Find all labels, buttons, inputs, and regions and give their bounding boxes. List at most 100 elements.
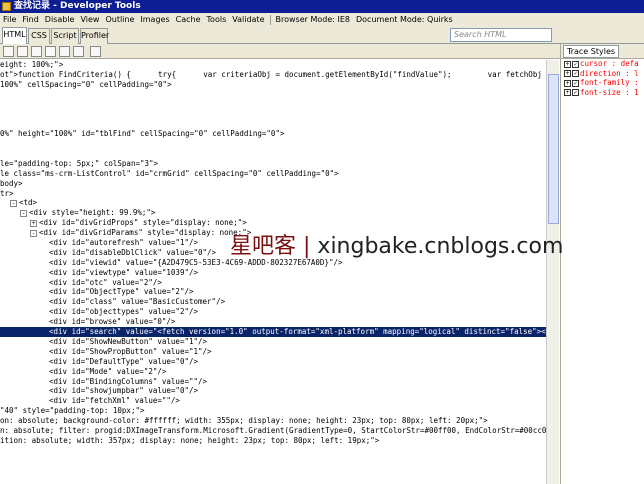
code-line[interactable]: "40" style="padding-top: 10px;">	[0, 406, 546, 416]
expand-toggle-icon[interactable]: +	[564, 60, 571, 68]
code-text: <div id="viewtype" value="1039"/>	[49, 267, 199, 277]
search-input[interactable]: Search HTML	[450, 28, 552, 42]
tab-profiler[interactable]: Profiler	[80, 28, 109, 44]
code-line[interactable]: <div id="search" value="<fetch version="…	[0, 327, 546, 337]
code-line[interactable]: 100%" cellSpacing="0" cellPadding="0">	[0, 80, 546, 90]
code-line[interactable]: <div id="otc" value="2"/>	[0, 278, 546, 288]
code-line[interactable]: le class="ms-crm-ListControl" id="crmGri…	[0, 169, 546, 179]
code-line[interactable]: <div id="DefaultType" value="0"/>	[0, 357, 546, 367]
code-text: <div style="height: 99.9%;">	[29, 208, 156, 218]
code-line[interactable]	[0, 149, 546, 159]
style-item[interactable]: + ✓ direction : l	[561, 69, 644, 79]
code-text: <div id="BindingColumns" value=""/>	[49, 376, 208, 386]
code-text: <div id="disableDblClick" value="0"/>	[49, 247, 217, 257]
code-text: <div id="Mode" value="2"/>	[49, 366, 167, 376]
vertical-scrollbar[interactable]	[546, 60, 559, 484]
menu-separator	[269, 14, 271, 25]
code-text: ot">function FindCriteria() { try{ var c…	[0, 69, 546, 79]
code-line[interactable]	[0, 109, 546, 119]
code-line[interactable]: <div id="class" value="BasicCustomer"/>	[0, 297, 546, 307]
code-line[interactable]: on: absolute; background-color: #ffffff;…	[0, 416, 546, 426]
code-line[interactable]	[0, 90, 546, 100]
tab-html[interactable]: HTML	[2, 27, 27, 45]
save-icon[interactable]	[31, 46, 42, 57]
style-text: font-family :	[580, 78, 639, 87]
code-line[interactable]: <div id="ObjectType" value="2"/>	[0, 287, 546, 297]
menu-browser-mode[interactable]: Browser Mode: IE8	[273, 15, 354, 24]
style-checkbox[interactable]: ✓	[572, 89, 579, 96]
code-text: <div id="objecttypes" value="2"/>	[49, 307, 199, 317]
expand-toggle-icon[interactable]: +	[30, 219, 37, 227]
code-line[interactable]: ot">function FindCriteria() { try{ var c…	[0, 70, 546, 80]
style-checkbox[interactable]: ✓	[572, 79, 579, 87]
code-line[interactable]: <div id="browse" value="0"/>	[0, 317, 546, 327]
style-item[interactable]: + ✓ font-size : 1	[561, 88, 644, 98]
code-line[interactable]	[0, 139, 546, 149]
clear-icon[interactable]	[17, 46, 28, 57]
expand-toggle-icon[interactable]: +	[564, 89, 571, 96]
menu-images[interactable]: Images	[137, 15, 172, 24]
code-line[interactable]: - <div style="height: 99.9%;">	[0, 208, 546, 218]
code-line[interactable]: <div id="ShowNewButton" value="1"/>	[0, 337, 546, 347]
code-line[interactable]	[0, 100, 546, 110]
word-wrap-icon[interactable]	[59, 46, 70, 57]
code-text: 0%" height="100%" id="tblFind" cellSpaci…	[0, 129, 285, 139]
code-line[interactable]: <div id="viewtype" value="1039"/>	[0, 268, 546, 278]
code-line[interactable]: <div id="objecttypes" value="2"/>	[0, 307, 546, 317]
menu-view[interactable]: View	[77, 15, 102, 24]
code-line[interactable]: <div id="Mode" value="2"/>	[0, 367, 546, 377]
scrollbar-thumb[interactable]	[548, 74, 559, 224]
code-line[interactable]: le="padding-top: 5px;" colSpan="3">	[0, 159, 546, 169]
trace-styles-tab[interactable]: Trace Styles	[563, 45, 620, 58]
code-line[interactable]: eight: 100%;">	[0, 60, 546, 70]
menu-disable[interactable]: Disable	[42, 15, 78, 24]
code-line[interactable]	[0, 119, 546, 129]
code-text: ition: absolute; width: 357px; display: …	[0, 435, 380, 445]
style-checkbox[interactable]: ✓	[572, 60, 579, 68]
code-line[interactable]: + <div id="divGridProps" style="display: …	[0, 218, 546, 228]
refresh-icon[interactable]	[45, 46, 56, 57]
menu-file[interactable]: File	[0, 15, 19, 24]
menu-cache[interactable]: Cache	[173, 15, 204, 24]
select-element-icon[interactable]	[3, 46, 14, 57]
menu-tools[interactable]: Tools	[204, 15, 230, 24]
code-text: n: absolute; filter: progid:DXImageTrans…	[0, 425, 546, 435]
code-line[interactable]: <div id="BindingColumns" value=""/>	[0, 377, 546, 387]
code-text: on: absolute; background-color: #ffffff;…	[0, 416, 488, 426]
code-text: le class="ms-crm-ListControl" id="crmGri…	[0, 168, 339, 178]
menu-outline[interactable]: Outline	[102, 15, 137, 24]
code-text: <div id="divGridProps" style="display: n…	[39, 218, 247, 228]
expand-toggle-icon[interactable]: +	[564, 79, 571, 87]
code-line[interactable]: <div id="showjumpbar" value="0"/>	[0, 386, 546, 396]
edit-icon[interactable]	[73, 46, 84, 57]
window-title: 查找记录 - Developer Tools	[14, 1, 141, 11]
style-item[interactable]: + ✓ font-family :	[561, 78, 644, 88]
watermark-cn: 星吧客	[230, 234, 297, 259]
code-text: eight: 100%;">	[0, 60, 64, 69]
style-item[interactable]: + ✓ cursor : defa	[561, 59, 644, 69]
expand-toggle-icon[interactable]: +	[564, 70, 571, 77]
code-line[interactable]: n: absolute; filter: progid:DXImageTrans…	[0, 426, 546, 436]
code-text: <div id="showjumpbar" value="0"/>	[49, 386, 199, 396]
code-line[interactable]: tr>	[0, 189, 546, 199]
code-line[interactable]: ition: absolute; width: 357px; display: …	[0, 436, 546, 446]
toolbar	[0, 44, 560, 59]
code-text: <div id="fetchXml" value=""/>	[49, 396, 180, 406]
tab-script[interactable]: Script	[51, 28, 79, 44]
style-checkbox[interactable]: ✓	[572, 70, 579, 77]
code-line[interactable]: 0%" height="100%" id="tblFind" cellSpaci…	[0, 129, 546, 139]
code-line[interactable]: - <td>	[0, 198, 546, 208]
expand-toggle-icon[interactable]: -	[10, 199, 17, 207]
expand-toggle-icon[interactable]: -	[20, 209, 27, 217]
code-text: <div id="otc" value="2"/>	[49, 277, 162, 287]
expand-toggle-icon[interactable]: -	[30, 229, 37, 237]
code-line[interactable]: <div id="fetchXml" value=""/>	[0, 396, 546, 406]
attributes-icon[interactable]	[90, 46, 101, 57]
tab-css[interactable]: CSS	[28, 28, 50, 44]
menu-validate[interactable]: Validate	[229, 15, 267, 24]
menu-document-mode[interactable]: Document Mode: Quirks	[353, 15, 456, 24]
code-line[interactable]: body>	[0, 179, 546, 189]
watermark-text: xingbake.cnblogs.com	[317, 234, 564, 259]
code-line[interactable]: <div id="ShowPropButton" value="1"/>	[0, 347, 546, 357]
menu-find[interactable]: Find	[19, 15, 41, 24]
